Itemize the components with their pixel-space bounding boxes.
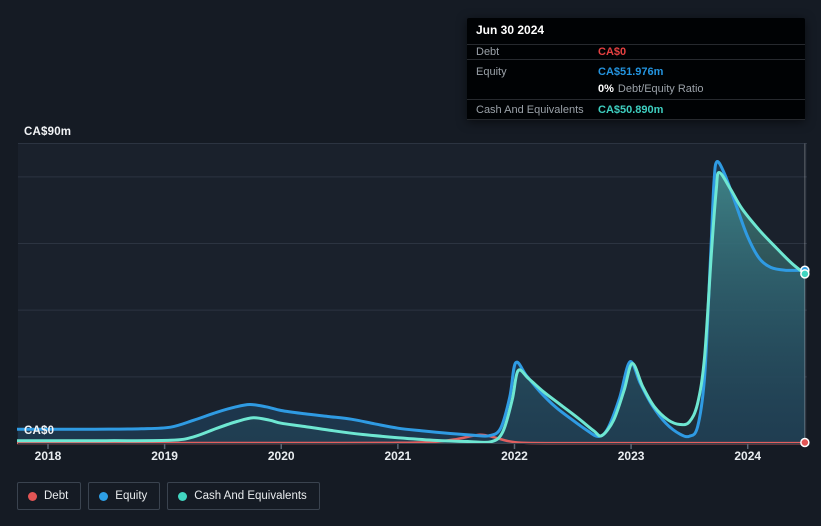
tooltip-debt-label: Debt xyxy=(476,46,500,58)
cash-line xyxy=(17,171,807,444)
x-axis-label-2024: 2024 xyxy=(734,449,762,463)
tooltip-row-debt: Debt CA$0 xyxy=(467,45,805,60)
legend-label: Debt xyxy=(44,490,69,502)
legend-item-debt[interactable]: Debt xyxy=(17,482,82,510)
x-axis-label-2021: 2021 xyxy=(384,449,412,463)
tooltip-row-cash: Cash And Equivalents CA$50.890m xyxy=(467,100,805,120)
legend-label: Equity xyxy=(115,490,148,502)
tooltip-ratio-pct: 0% xyxy=(598,82,614,95)
x-axis-label-2018: 2018 xyxy=(34,449,62,463)
x-axis-label-2022: 2022 xyxy=(501,449,528,463)
debt-endpoint-marker[interactable] xyxy=(800,437,810,448)
tooltip-cash-value: CA$50.890m xyxy=(598,103,664,116)
debt-equity-chart-screenshot: CA$90m CA$0 2018 2019 2020 2021 2022 2023 2024… xyxy=(0,0,821,526)
tooltip-equity-value: CA$51.976m xyxy=(598,65,664,78)
cash-area xyxy=(17,172,805,444)
tooltip-ratio: 0% Debt/Equity Ratio xyxy=(598,83,704,95)
tooltip-date: Jun 30 2024 xyxy=(467,18,805,45)
y-axis-label-zero: CA$0 xyxy=(24,425,55,437)
equity-area xyxy=(17,161,805,444)
x-axis-label-2020: 2020 xyxy=(267,449,295,463)
legend-label: Cash And Equivalents xyxy=(194,490,307,502)
legend-dot xyxy=(99,491,109,501)
tooltip-cash-label: Cash And Equivalents xyxy=(476,103,584,116)
x-axis-label-2019: 2019 xyxy=(151,449,178,463)
legend-item-equity[interactable]: Equity xyxy=(88,482,161,510)
legend-dot xyxy=(28,491,37,501)
x-axis-label-2023: 2023 xyxy=(617,449,645,463)
equity-line xyxy=(17,160,807,439)
tooltip-row-equity: Equity CA$51.976m xyxy=(467,60,805,80)
y-axis-label-max: CA$90m xyxy=(24,126,72,138)
tooltip-equity-label: Equity xyxy=(476,65,507,78)
cash-endpoint-marker[interactable] xyxy=(800,269,810,279)
tooltip-row-ratio: 0% Debt/Equity Ratio xyxy=(467,80,805,100)
chart-series-group xyxy=(17,160,807,445)
legend-dot xyxy=(178,491,188,501)
tooltip-ratio-text: Debt/Equity Ratio xyxy=(617,82,704,95)
chart-legend: Debt Equity Cash And Equivalents xyxy=(17,482,320,510)
legend-item-cash-and-equivalents[interactable]: Cash And Equivalents xyxy=(167,482,320,510)
chart-tooltip: Jun 30 2024 Debt CA$0 Equity CA$51.976m … xyxy=(467,18,805,120)
tooltip-debt-value: CA$0 xyxy=(598,46,627,58)
